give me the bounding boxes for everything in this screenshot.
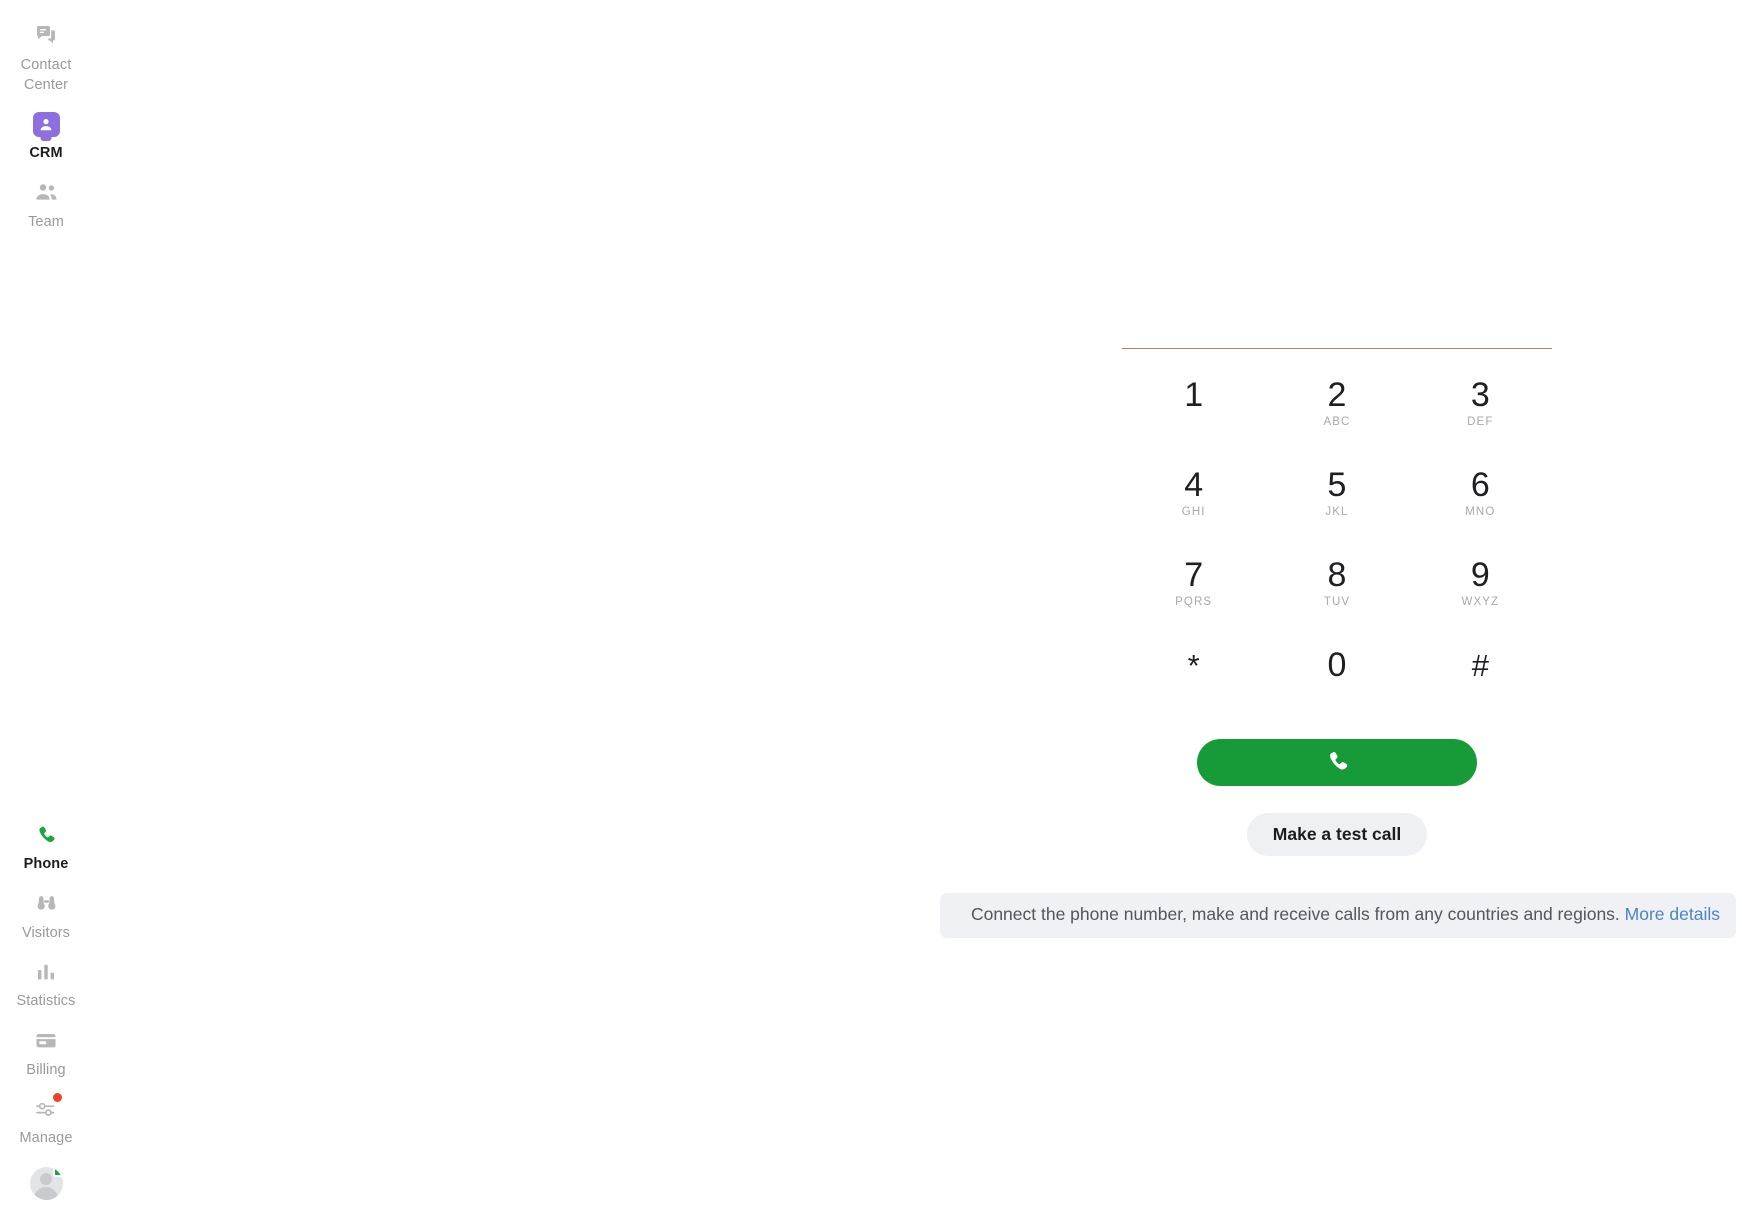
sidebar-item-visitors[interactable]: Visitors bbox=[0, 883, 92, 952]
people-group-icon bbox=[34, 178, 59, 208]
dialpad-key-6[interactable]: 6 MNO bbox=[1409, 462, 1552, 552]
sidebar-item-label-visitors: Visitors bbox=[21, 924, 71, 941]
dialpad-key-letters: WXYZ bbox=[1461, 596, 1500, 608]
dialer-panel: 1 2 ABC 3 DEF 4 GHI 5 JKL 6 MNO 7 PQRS 8… bbox=[1122, 320, 1552, 856]
call-button[interactable] bbox=[1197, 739, 1477, 786]
sliders-icon bbox=[34, 1093, 62, 1124]
sidebar-item-contact-center[interactable]: Contact Center bbox=[0, 14, 92, 103]
dialpad-key-5[interactable]: 5 JKL bbox=[1265, 462, 1408, 552]
dialpad-key-1[interactable]: 1 bbox=[1122, 372, 1265, 462]
online-status-badge bbox=[52, 1167, 63, 1177]
info-banner: Connect the phone number, make and recei… bbox=[940, 893, 1736, 938]
sidebar-item-phone[interactable]: Phone bbox=[0, 814, 92, 883]
make-test-call-button[interactable]: Make a test call bbox=[1246, 813, 1428, 856]
dialpad-key-hash[interactable]: # bbox=[1409, 642, 1552, 732]
dialpad-key-digit: 0 bbox=[1327, 646, 1347, 684]
dialpad-grid: 1 2 ABC 3 DEF 4 GHI 5 JKL 6 MNO 7 PQRS 8… bbox=[1122, 372, 1552, 732]
avatar-head-shape bbox=[40, 1173, 52, 1185]
sidebar-top-group: Contact Center CRM Team bbox=[0, 0, 92, 240]
dialpad-key-letters: DEF bbox=[1467, 416, 1494, 428]
dialpad-key-digit: * bbox=[1187, 648, 1200, 683]
dialpad-key-digit: 2 bbox=[1327, 376, 1347, 414]
sidebar-bottom-group: Phone Visitors Statistics Billing Manage bbox=[0, 814, 92, 1206]
dialpad-key-digit: 4 bbox=[1184, 466, 1204, 504]
dialpad-key-9[interactable]: 9 WXYZ bbox=[1409, 552, 1552, 642]
test-call-row: Make a test call bbox=[1122, 813, 1552, 856]
crm-person-tile-icon bbox=[32, 109, 60, 139]
sidebar-item-statistics[interactable]: Statistics bbox=[0, 951, 92, 1020]
dialpad-key-4[interactable]: 4 GHI bbox=[1122, 462, 1265, 552]
sidebar-item-label-statistics: Statistics bbox=[16, 993, 76, 1010]
dialpad-key-digit: 7 bbox=[1184, 556, 1204, 594]
sidebar-item-label-contact-center: Contact Center bbox=[20, 57, 72, 93]
dialpad-key-digit: 6 bbox=[1470, 466, 1490, 504]
info-banner-text: Connect the phone number, make and recei… bbox=[970, 904, 1620, 924]
phone-number-input[interactable] bbox=[1122, 320, 1552, 349]
chat-bubble-icon bbox=[34, 20, 58, 50]
sidebar-item-label-billing: Billing bbox=[26, 1061, 66, 1078]
dialpad-key-letters: PQRS bbox=[1175, 596, 1213, 608]
dialpad-key-0[interactable]: 0 bbox=[1265, 642, 1408, 732]
sidebar-item-label-crm: CRM bbox=[29, 145, 63, 161]
phone-number-field-wrapper bbox=[1122, 320, 1552, 350]
more-details-link[interactable]: More details bbox=[1625, 904, 1720, 924]
dialpad-key-3[interactable]: 3 DEF bbox=[1409, 372, 1552, 462]
sidebar-item-billing[interactable]: Billing bbox=[0, 1020, 92, 1089]
dialpad-key-digit: 3 bbox=[1470, 376, 1490, 414]
app-root: Contact Center CRM Team Phone Visitors S… bbox=[0, 0, 1742, 1214]
sidebar-item-crm[interactable]: CRM bbox=[0, 103, 92, 172]
bar-chart-icon bbox=[35, 957, 57, 987]
dialpad-key-digit: 9 bbox=[1470, 556, 1490, 594]
avatar[interactable] bbox=[0, 1157, 92, 1206]
dialpad-key-letters: TUV bbox=[1323, 596, 1351, 608]
sidebar-item-label-phone: Phone bbox=[23, 856, 69, 873]
dialpad-key-8[interactable]: 8 TUV bbox=[1265, 552, 1408, 642]
dialpad-key-digit: 5 bbox=[1327, 466, 1347, 504]
dialpad-key-star[interactable]: * bbox=[1122, 642, 1265, 732]
dialpad-key-letters: GHI bbox=[1181, 506, 1206, 518]
dialpad-key-2[interactable]: 2 ABC bbox=[1265, 372, 1408, 462]
dialpad-key-digit: 8 bbox=[1327, 556, 1347, 594]
phone-handset-icon bbox=[1325, 749, 1350, 777]
manage-notification-dot bbox=[53, 1093, 62, 1103]
dialpad-key-letters: MNO bbox=[1465, 506, 1496, 518]
binoculars-icon bbox=[34, 889, 59, 919]
left-sidebar: Contact Center CRM Team Phone Visitors S… bbox=[0, 0, 92, 1214]
sidebar-item-label-manage: Manage bbox=[19, 1130, 73, 1147]
credit-card-icon bbox=[34, 1026, 58, 1056]
avatar-body-shape bbox=[34, 1187, 58, 1200]
sidebar-item-manage[interactable]: Manage bbox=[0, 1088, 92, 1157]
dialpad-key-digit: 1 bbox=[1184, 376, 1204, 414]
avatar-image bbox=[29, 1167, 63, 1200]
phone-handset-icon bbox=[35, 820, 57, 850]
dialpad-key-letters: JKL bbox=[1325, 506, 1349, 518]
dialpad-key-digit: # bbox=[1471, 648, 1489, 683]
sidebar-item-team[interactable]: Team bbox=[0, 172, 92, 241]
dialpad-key-letters: ABC bbox=[1323, 416, 1351, 428]
sidebar-item-label-team: Team bbox=[28, 213, 64, 230]
dialpad-key-7[interactable]: 7 PQRS bbox=[1122, 552, 1265, 642]
